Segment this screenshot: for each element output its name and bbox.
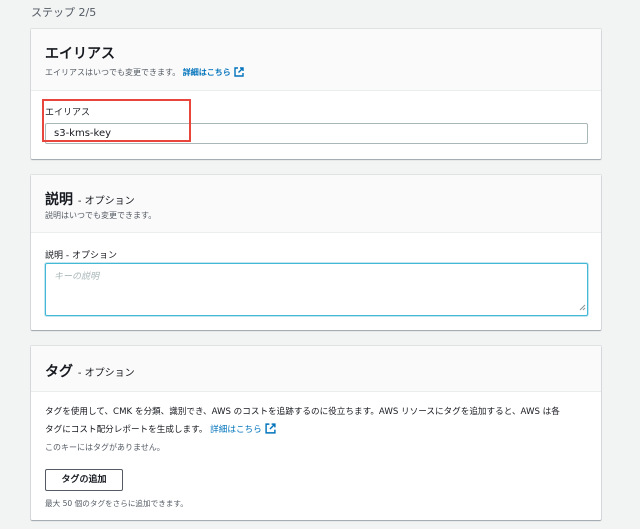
- alias-learn-more-text: 詳細はこちら: [182, 68, 231, 77]
- external-link-icon: [234, 67, 244, 79]
- tags-panel: タグ - オプション タグを使用して、CMK を分類、識別でき、AWS のコスト…: [31, 346, 601, 520]
- description-panel: 説明 - オプション 説明はいつでも変更できます。 説明 - オプション キーの…: [31, 175, 601, 330]
- external-link-icon: [265, 423, 276, 437]
- tags-panel-title-text: タグ: [45, 364, 73, 380]
- tags-panel-body: タグを使用して、CMK を分類、識別でき、AWS のコストを追跡するのに役立ちま…: [31, 392, 601, 520]
- alias-panel-body: エイリアス s3-kms-key: [31, 91, 601, 159]
- alias-panel-header: エイリアス エイリアスはいつでも変更できます。 詳細はこちら: [31, 29, 601, 91]
- description-panel-header: 説明 - オプション 説明はいつでも変更できます。: [31, 175, 601, 233]
- tags-learn-more-link[interactable]: 詳細はこちら: [210, 423, 276, 437]
- step-indicator: ステップ 2/5: [31, 6, 97, 19]
- description-optional-label: - オプション: [77, 196, 135, 207]
- description-panel-description: 説明はいつでも変更できます。: [45, 211, 157, 220]
- resize-grip-icon[interactable]: [579, 304, 586, 314]
- alias-panel-description: エイリアスはいつでも変更できます。 詳細はこちら: [45, 67, 244, 79]
- alias-panel: エイリアス エイリアスはいつでも変更できます。 詳細はこちら エイリアス s3-…: [31, 29, 601, 159]
- alias-panel-title: エイリアス: [45, 43, 115, 63]
- tags-panel-title: タグ - オプション: [45, 361, 135, 381]
- alias-description-text: エイリアスはいつでも変更できます。: [45, 68, 181, 77]
- description-field-label: 説明 - オプション: [45, 251, 117, 261]
- description-panel-title: 説明 - オプション: [45, 189, 135, 209]
- alias-field-label: エイリアス: [45, 108, 91, 118]
- tags-description-line-1: タグを使用して、CMK を分類、識別でき、AWS のコストを追跡するのに役立ちま…: [45, 407, 560, 417]
- description-textarea[interactable]: キーの説明: [45, 263, 588, 316]
- alias-input[interactable]: s3-kms-key: [45, 123, 588, 144]
- tags-panel-header: タグ - オプション: [31, 346, 601, 392]
- tags-empty-text: このキーにはタグがありません。: [45, 443, 165, 452]
- description-panel-title-text: 説明: [45, 192, 73, 208]
- tags-description-line-2: タグにコスト配分レポートを生成します。 詳細はこちら: [45, 423, 276, 437]
- tags-optional-label: - オプション: [77, 368, 135, 379]
- add-tag-button[interactable]: タグの追加: [45, 469, 123, 491]
- description-panel-body: 説明 - オプション キーの説明: [31, 233, 601, 330]
- alias-learn-more-link[interactable]: 詳細はこちら: [182, 67, 244, 79]
- tags-limit-text: 最大 50 個のタグをさらに追加できます。: [45, 499, 188, 508]
- tags-learn-more-text: 詳細はこちら: [210, 425, 262, 435]
- tags-description-text-2: タグにコスト配分レポートを生成します。: [45, 425, 208, 435]
- description-placeholder: キーの説明: [54, 272, 100, 282]
- alias-panel-title-text: エイリアス: [45, 46, 115, 62]
